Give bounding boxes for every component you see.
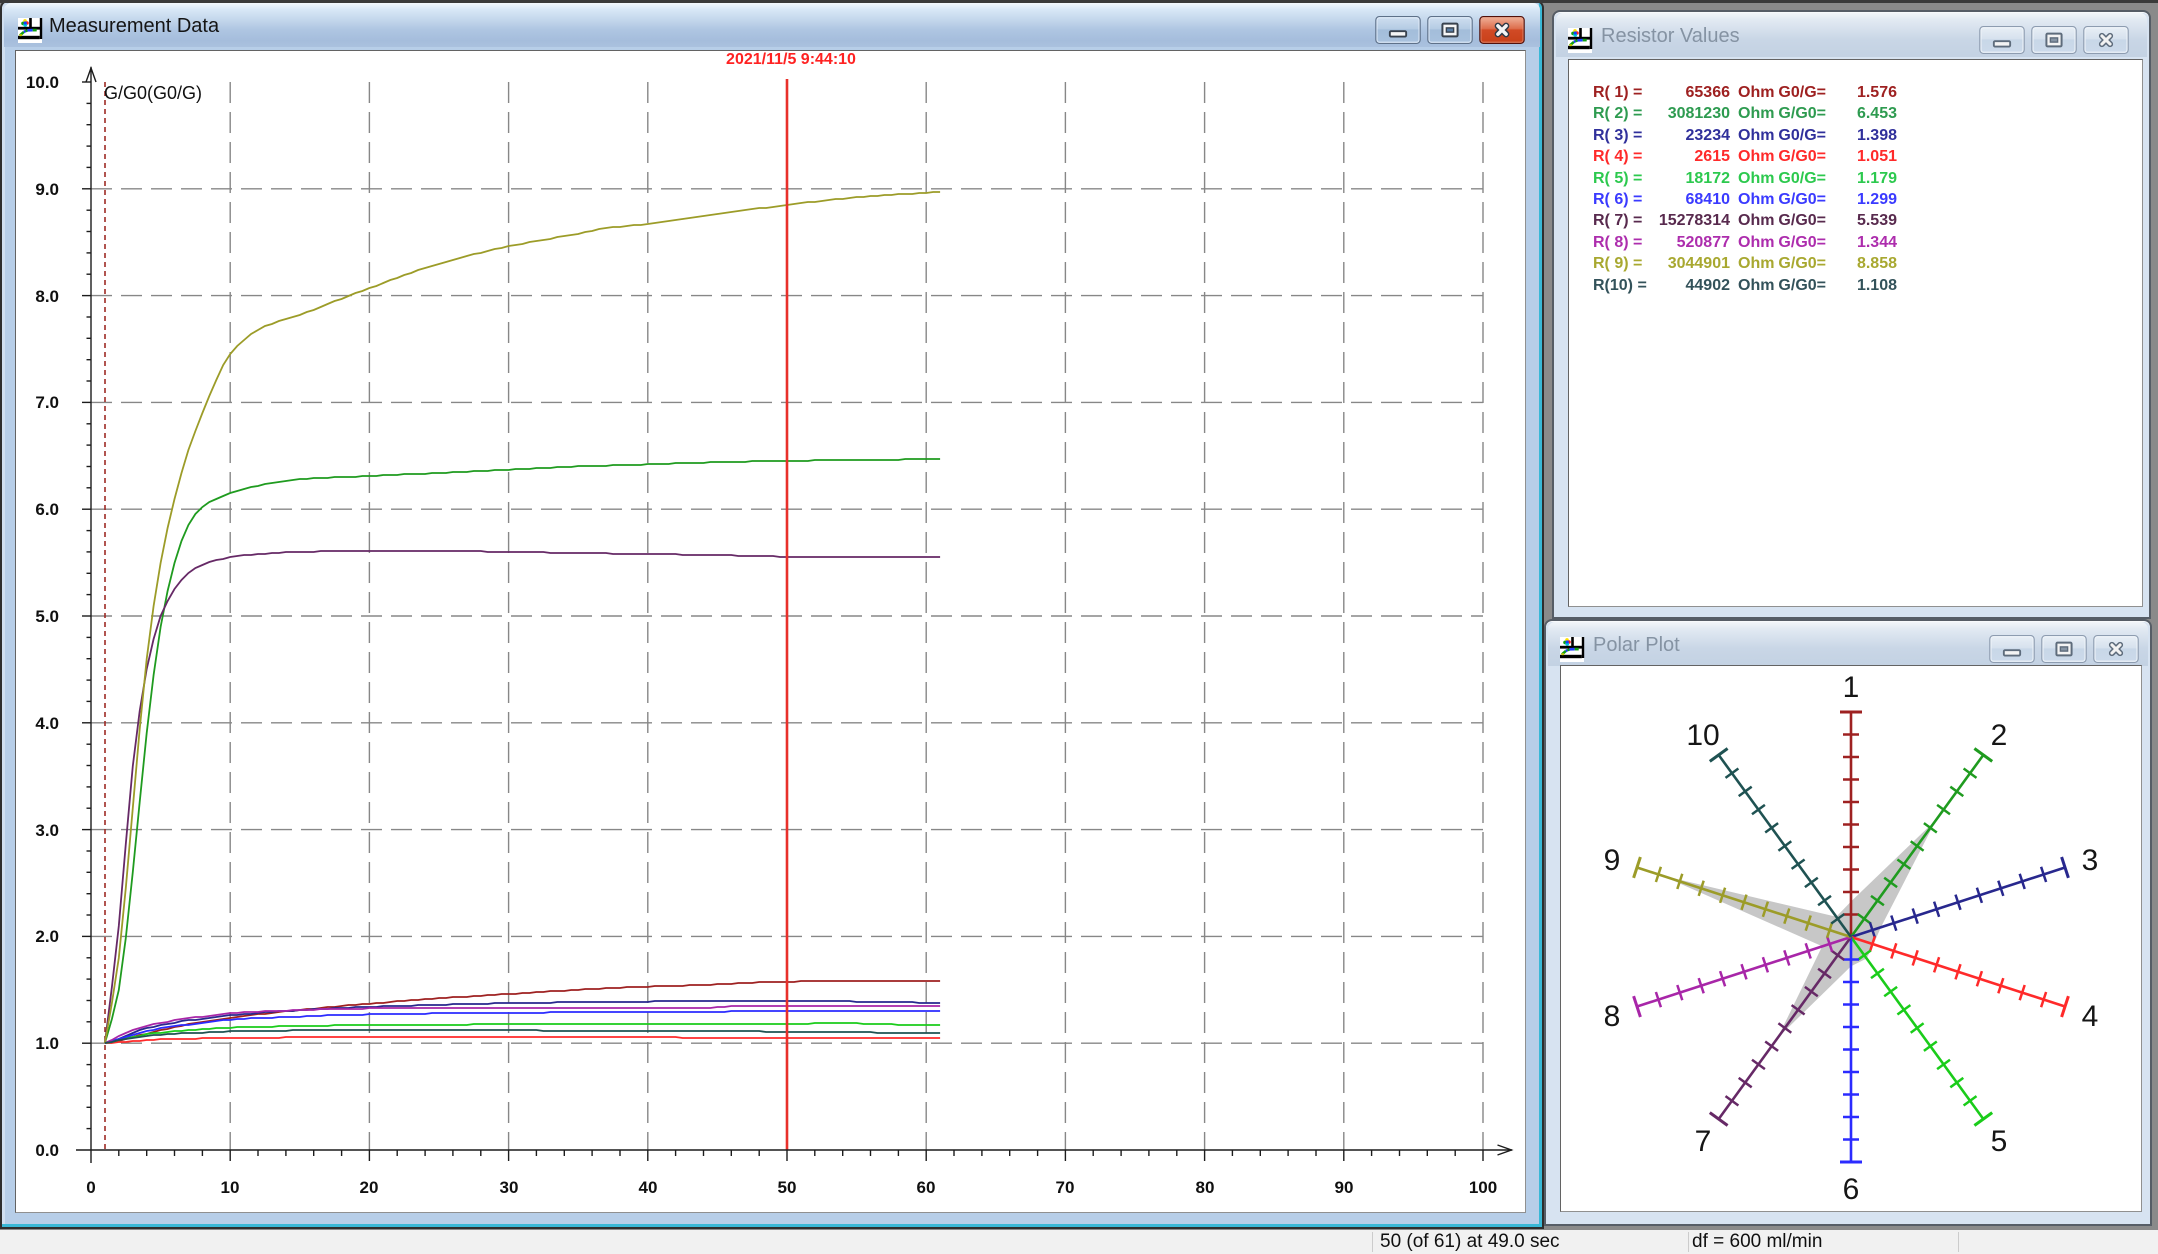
svg-text:30: 30	[500, 1178, 519, 1197]
svg-text:0: 0	[86, 1178, 95, 1197]
svg-text:10: 10	[221, 1178, 240, 1197]
svg-text:8: 8	[1604, 1000, 1621, 1033]
svg-text:3: 3	[2082, 844, 2099, 877]
svg-text:6.0: 6.0	[35, 500, 59, 519]
svg-text:9.0: 9.0	[35, 180, 59, 199]
svg-text:9: 9	[1604, 844, 1621, 877]
svg-text:80: 80	[1196, 1178, 1215, 1197]
svg-text:0.0: 0.0	[35, 1141, 59, 1160]
svg-text:40: 40	[639, 1178, 658, 1197]
svg-text:7.0: 7.0	[35, 393, 59, 412]
svg-text:7: 7	[1695, 1125, 1712, 1158]
svg-text:60: 60	[917, 1178, 936, 1197]
svg-text:10.0: 10.0	[26, 73, 59, 92]
svg-text:4: 4	[2082, 1000, 2099, 1033]
svg-text:1: 1	[1843, 671, 1860, 704]
svg-text:8.0: 8.0	[35, 287, 59, 306]
svg-text:70: 70	[1056, 1178, 1075, 1197]
svg-text:3.0: 3.0	[35, 821, 59, 840]
svg-text:2021/11/5 9:44:10: 2021/11/5 9:44:10	[726, 51, 856, 68]
svg-text:20: 20	[360, 1178, 379, 1197]
svg-text:5: 5	[1991, 1125, 2008, 1158]
svg-text:1.0: 1.0	[35, 1034, 59, 1053]
svg-text:5.0: 5.0	[35, 607, 59, 626]
svg-text:2.0: 2.0	[35, 927, 59, 946]
svg-text:10: 10	[1686, 719, 1719, 752]
svg-text:100: 100	[1469, 1178, 1497, 1197]
svg-text:G/G0(G0/G): G/G0(G0/G)	[104, 83, 202, 103]
svg-text:90: 90	[1335, 1178, 1354, 1197]
svg-text:2: 2	[1991, 719, 2008, 752]
svg-text:50: 50	[778, 1178, 797, 1197]
svg-text:4.0: 4.0	[35, 714, 59, 733]
svg-text:6: 6	[1843, 1173, 1860, 1206]
